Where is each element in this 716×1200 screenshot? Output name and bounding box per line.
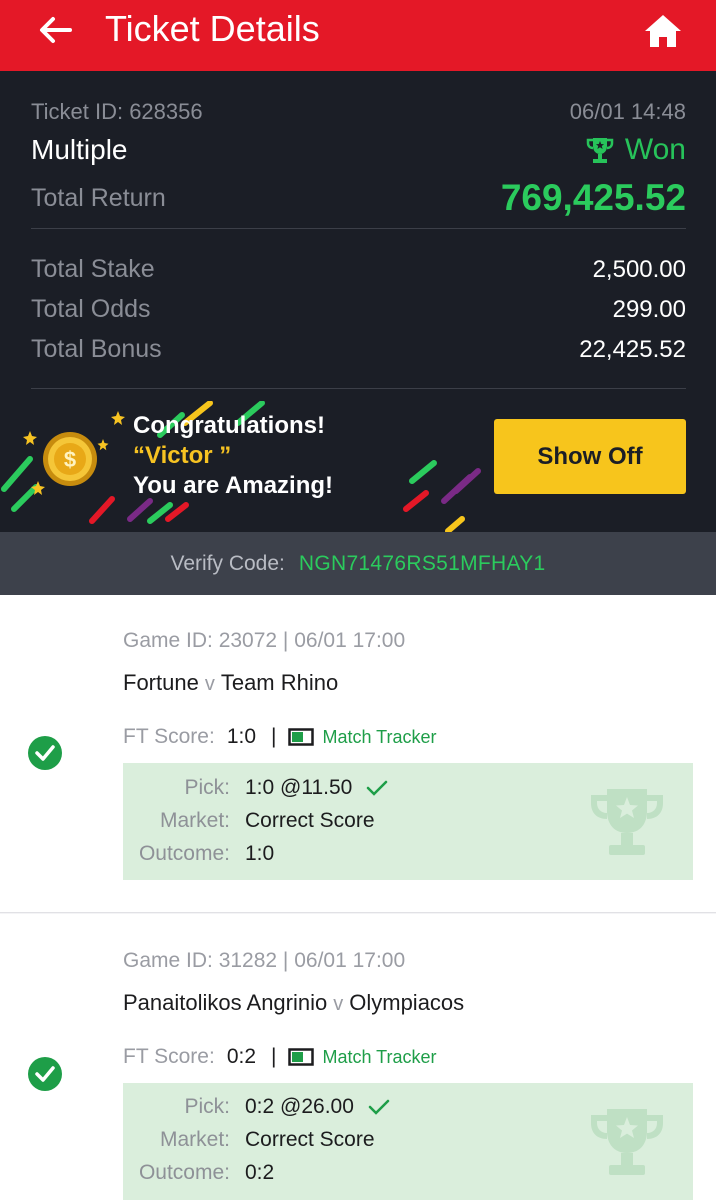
- page-title: Ticket Details: [105, 8, 320, 49]
- ticket-summary: Ticket ID: 628356 06/01 14:48 Multiple W…: [0, 71, 716, 532]
- pick-value: 0:2 @26.00: [245, 1095, 354, 1118]
- winner-name: “Victor ”: [133, 442, 232, 469]
- status-text: Won: [624, 133, 686, 166]
- total-odds-label: Total Odds: [31, 295, 151, 323]
- total-return-value: 769,425.52: [500, 177, 686, 218]
- pick-value: 1:0 @11.50: [245, 776, 353, 799]
- ft-score-label: FT Score:: [123, 725, 215, 748]
- bet-type: Multiple: [31, 134, 128, 165]
- away-team: Olympiacos: [349, 990, 465, 1015]
- selection-card: Game ID: 31282 | 06/01 17:00 Panaitoliko…: [0, 914, 716, 1200]
- tracker-icon: [288, 1048, 315, 1066]
- ticket-id: Ticket ID: 628356: [31, 99, 203, 124]
- verify-code-bar: Verify Code: NGN71476RS51MFHAY1: [0, 532, 716, 595]
- divider: [31, 388, 686, 389]
- outcome-label: Outcome:: [138, 842, 230, 865]
- total-bonus-label: Total Bonus: [31, 335, 162, 363]
- trophy-watermark-icon: [591, 1109, 663, 1175]
- back-button[interactable]: [30, 10, 80, 50]
- pick-label: Pick:: [184, 1095, 230, 1118]
- ft-score-row: FT Score: 1:0 | Match Tracker: [123, 725, 437, 749]
- total-odds-value: 299.00: [612, 296, 686, 323]
- home-team: Panaitolikos Angrinio: [123, 990, 328, 1015]
- pick-value-group: 1:0 @11.50: [245, 776, 388, 800]
- ft-score-value: 1:0: [226, 725, 257, 748]
- match-tracker-link[interactable]: Match Tracker: [288, 1046, 437, 1068]
- divider: [31, 228, 686, 229]
- market-value: Correct Score: [245, 809, 375, 832]
- trophy-icon: [586, 138, 614, 163]
- pick-value-group: 0:2 @26.00: [245, 1095, 390, 1119]
- tracker-icon: [288, 728, 315, 746]
- home-button[interactable]: [640, 10, 686, 52]
- versus-label: v: [333, 993, 344, 1015]
- checkmark-icon: [367, 780, 388, 796]
- congrats-message: Congratulations! “Victor ” You are Amazi…: [133, 411, 333, 501]
- ft-score-label: FT Score:: [123, 1045, 215, 1068]
- match-tracker-label: Match Tracker: [322, 1046, 437, 1067]
- home-icon: [645, 15, 681, 47]
- coin-icon: $: [43, 432, 97, 486]
- pick-label: Pick:: [184, 776, 230, 799]
- market-label: Market:: [159, 1128, 230, 1151]
- match-teams: Panaitolikos Angrinio v Olympiacos: [123, 990, 464, 1016]
- svg-text:$: $: [64, 447, 76, 472]
- top-app-bar: Ticket Details: [0, 0, 716, 71]
- status-badge: Won: [585, 133, 686, 167]
- outcome-value: 0:2: [245, 1161, 275, 1184]
- ft-score-row: FT Score: 0:2 | Match Tracker: [123, 1045, 437, 1069]
- arrow-left-icon: [40, 17, 72, 43]
- outcome-label: Outcome:: [138, 1161, 230, 1184]
- check-circle-icon: [28, 736, 62, 770]
- total-bonus-value: 22,425.52: [579, 336, 686, 363]
- away-team: Team Rhino: [220, 670, 339, 695]
- verify-code-value: NGN71476RS51MFHAY1: [298, 551, 546, 575]
- checkmark-icon: [368, 1099, 390, 1115]
- selection-card: Game ID: 23072 | 06/01 17:00 Fortune v Tea…: [0, 595, 716, 913]
- versus-label: v: [204, 673, 215, 695]
- congrats-line-3: You are Amazing!: [133, 472, 334, 499]
- separator: |: [271, 725, 277, 748]
- total-return-label: Total Return: [31, 184, 166, 212]
- pick-details: Pick: 1:0 @11.50 Market: Correct Score O…: [123, 763, 693, 880]
- match-teams: Fortune v Team Rhino: [123, 670, 338, 696]
- home-team: Fortune: [123, 670, 199, 695]
- match-tracker-link[interactable]: Match Tracker: [288, 726, 437, 748]
- market-value: Correct Score: [245, 1128, 375, 1151]
- ticket-date: 06/01 14:48: [569, 99, 686, 124]
- outcome-value: 1:0: [245, 842, 275, 865]
- game-id: Game ID: 23072 | 06/01 17:00: [123, 629, 406, 652]
- verify-code-label: Verify Code:: [170, 551, 285, 575]
- total-stake-label: Total Stake: [31, 255, 155, 283]
- match-tracker-label: Match Tracker: [322, 726, 437, 747]
- total-stake-value: 2,500.00: [592, 256, 686, 283]
- show-off-button[interactable]: Show Off: [494, 419, 686, 494]
- ft-score-value: 0:2: [226, 1045, 257, 1068]
- game-id: Game ID: 31282 | 06/01 17:00: [123, 949, 406, 972]
- trophy-watermark-icon: [591, 789, 663, 855]
- check-circle-icon: [28, 1057, 62, 1091]
- separator: |: [271, 1045, 277, 1068]
- pick-details: Pick: 0:2 @26.00 Market: Correct Score O…: [123, 1083, 693, 1200]
- congrats-line-1: Congratulations!: [133, 412, 325, 439]
- market-label: Market:: [159, 809, 230, 832]
